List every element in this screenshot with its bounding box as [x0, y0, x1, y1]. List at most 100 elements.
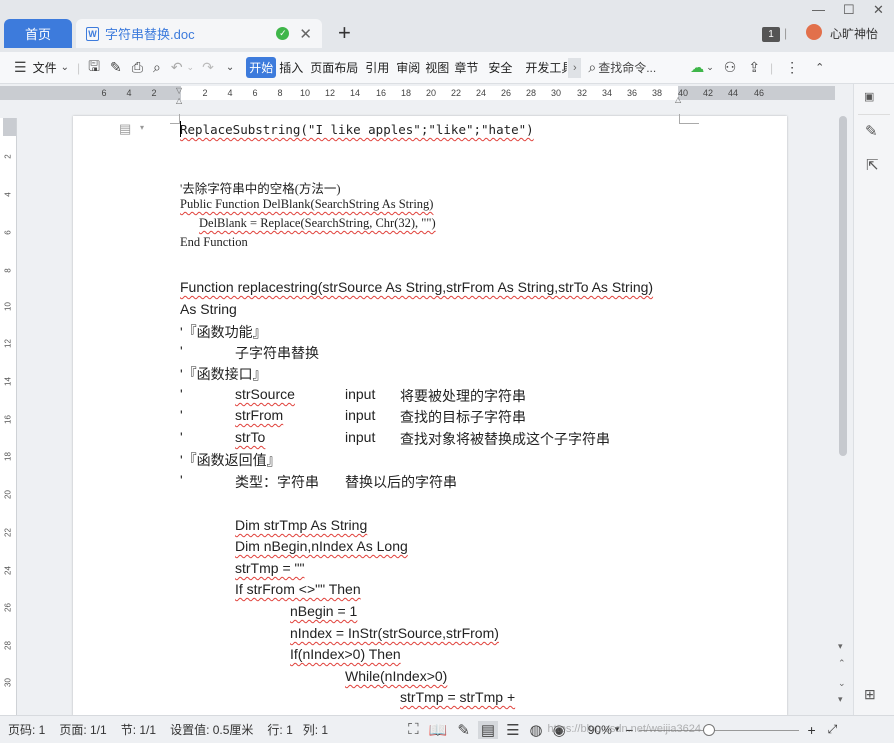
- save-icon[interactable]: 🖫: [88, 56, 100, 80]
- grid-apps-icon[interactable]: ⊞: [864, 686, 876, 703]
- ruler-number: 38: [651, 88, 662, 98]
- collapse-ribbon-icon[interactable]: ⌃: [815, 61, 824, 74]
- vruler-top-margin: [3, 118, 16, 136]
- param-name: strTo: [235, 429, 266, 445]
- redo-icon[interactable]: ↷: [202, 59, 214, 76]
- print-icon[interactable]: ⎙: [132, 59, 143, 76]
- close-window-icon[interactable]: ✕: [873, 2, 884, 18]
- status-row[interactable]: 行: 1: [267, 721, 292, 738]
- search-command-input[interactable]: 查找命令...: [598, 59, 656, 76]
- param-desc: 将要被处理的字符串: [400, 388, 526, 404]
- outline-view-icon[interactable]: ☰: [506, 721, 519, 739]
- doc-line-6: Function replacestring(strSource As Stri…: [180, 279, 653, 295]
- vruler-number: 20: [3, 490, 13, 499]
- tab-start[interactable]: 开始: [246, 57, 277, 78]
- comment-mark: ': [180, 386, 183, 402]
- document-page[interactable]: ▤ ▾ ReplaceSubstring("I like apples";"li…: [73, 114, 787, 716]
- status-column[interactable]: 列: 1: [303, 721, 328, 738]
- return-type: 类型：字符串: [235, 474, 319, 490]
- prev-page-icon[interactable]: ⌃: [838, 658, 846, 669]
- ruler-number: 24: [475, 88, 486, 98]
- minimize-icon[interactable]: —: [812, 2, 825, 17]
- tab-developer[interactable]: 开发工具: [525, 59, 567, 76]
- tab-security[interactable]: 安全: [488, 59, 512, 76]
- ruler-number: 34: [601, 88, 612, 98]
- tab-references[interactable]: 引用: [365, 59, 389, 76]
- edit-pen-icon[interactable]: ✎: [865, 122, 878, 140]
- scroll-down-icon[interactable]: ▾: [838, 694, 843, 705]
- tab-page-layout[interactable]: 页面布局: [310, 59, 358, 76]
- fullscreen-icon[interactable]: ⛶: [408, 721, 419, 738]
- fit-page-icon[interactable]: ⤢: [828, 722, 838, 737]
- window-count-badge[interactable]: 1: [762, 27, 780, 42]
- tab-review[interactable]: 审阅: [396, 59, 420, 76]
- web-view-icon[interactable]: ◍: [530, 721, 543, 739]
- write-mode-icon[interactable]: ✎: [457, 721, 470, 739]
- vruler-number: 24: [3, 566, 13, 575]
- ruler-number: 2: [202, 88, 208, 98]
- add-collaborator-icon[interactable]: ⚇: [724, 59, 737, 76]
- scrollbar-thumb[interactable]: [839, 116, 847, 456]
- status-setting-value[interactable]: 设置值: 0.5厘米: [170, 721, 253, 738]
- tab-chapter[interactable]: 章节: [454, 59, 478, 76]
- comment-mark: ': [180, 429, 183, 445]
- ruler-number: 2: [151, 88, 157, 98]
- vruler-number: 16: [3, 415, 13, 424]
- doc-line-4: DelBlank = Replace(SearchString, Chr(32)…: [199, 216, 436, 231]
- maximize-icon[interactable]: ☐: [843, 2, 855, 18]
- page-view-icon[interactable]: ▤: [477, 720, 499, 739]
- more-chevron-icon[interactable]: ⌄: [226, 62, 234, 73]
- doc-line-23: While(nIndex>0): [345, 668, 447, 684]
- scroll-down-icon[interactable]: ▾: [838, 641, 843, 652]
- zoom-slider[interactable]: https://blog.csdn.net/weijia3624: [547, 723, 800, 736]
- format-painter-icon[interactable]: ✎: [110, 59, 122, 76]
- scroll-tabs-right-icon[interactable]: ›: [568, 57, 582, 78]
- doc-line-21: nIndex = InStr(strSource,strFrom): [290, 625, 499, 641]
- cloud-sync-icon[interactable]: ☁: [690, 59, 704, 76]
- divider: |: [76, 60, 81, 75]
- comment-mark: ': [180, 343, 183, 359]
- more-options-icon[interactable]: ⋮: [785, 59, 799, 76]
- avatar[interactable]: [806, 24, 822, 40]
- chevron-down-icon[interactable]: ⌄: [61, 62, 69, 73]
- panel-toggle-icon[interactable]: ▣: [864, 90, 874, 103]
- watermark: https://blog.csdn.net/weijia3624: [547, 722, 701, 735]
- paragraph-options-icon[interactable]: ▤: [119, 121, 131, 137]
- share-icon[interactable]: ⇪: [748, 59, 760, 76]
- select-cursor-icon[interactable]: ⇱: [866, 156, 879, 174]
- zoom-in-icon[interactable]: +: [807, 722, 815, 738]
- vruler-number: 22: [3, 528, 13, 537]
- close-tab-icon[interactable]: ✕: [299, 25, 312, 43]
- code-text: Dim nBegin,nIndex As Long: [235, 538, 408, 554]
- tab-document[interactable]: W 字符串替换.doc ✓ ✕: [76, 19, 322, 48]
- tab-view[interactable]: 视图: [425, 59, 449, 76]
- user-name[interactable]: 心旷神怡: [830, 25, 878, 42]
- hamburger-menu-icon[interactable]: ☰: [14, 59, 27, 76]
- new-tab-button[interactable]: +: [338, 22, 351, 44]
- ruler-number: 12: [324, 88, 335, 98]
- indent-marker[interactable]: △: [176, 96, 182, 105]
- word-doc-icon: W: [86, 26, 99, 41]
- tab-insert[interactable]: 插入: [279, 59, 303, 76]
- search-icon[interactable]: ⌕: [588, 59, 596, 76]
- status-page-count[interactable]: 页面: 1/1: [59, 721, 106, 738]
- zoom-slider-thumb[interactable]: [703, 723, 716, 736]
- undo-icon[interactable]: ↶: [171, 59, 183, 76]
- ruler-number: 18: [400, 88, 411, 98]
- page-corner-mark: [170, 114, 180, 124]
- doc-line-1: ReplaceSubstring("I like apples";"like";…: [180, 122, 534, 137]
- reading-mode-icon[interactable]: 📖: [429, 721, 448, 739]
- indent-marker[interactable]: ▽: [176, 86, 182, 95]
- chevron-down-icon[interactable]: ⌄: [187, 62, 195, 73]
- print-preview-icon[interactable]: ⌕: [153, 59, 161, 76]
- next-page-icon[interactable]: ⌄: [838, 678, 846, 689]
- chevron-down-icon[interactable]: ▾: [140, 123, 144, 132]
- status-section[interactable]: 节: 1/1: [121, 721, 156, 738]
- code-text: Public Function DelBlank(SearchString As…: [180, 197, 434, 211]
- tab-home[interactable]: 首页: [4, 19, 72, 48]
- status-page-number[interactable]: 页码: 1: [8, 721, 45, 738]
- chevron-down-icon[interactable]: ⌄: [706, 62, 714, 73]
- file-menu[interactable]: 文件: [33, 59, 57, 76]
- doc-line-18: strTmp = "": [235, 560, 304, 576]
- document-tab-title: 字符串替换.doc: [105, 27, 195, 42]
